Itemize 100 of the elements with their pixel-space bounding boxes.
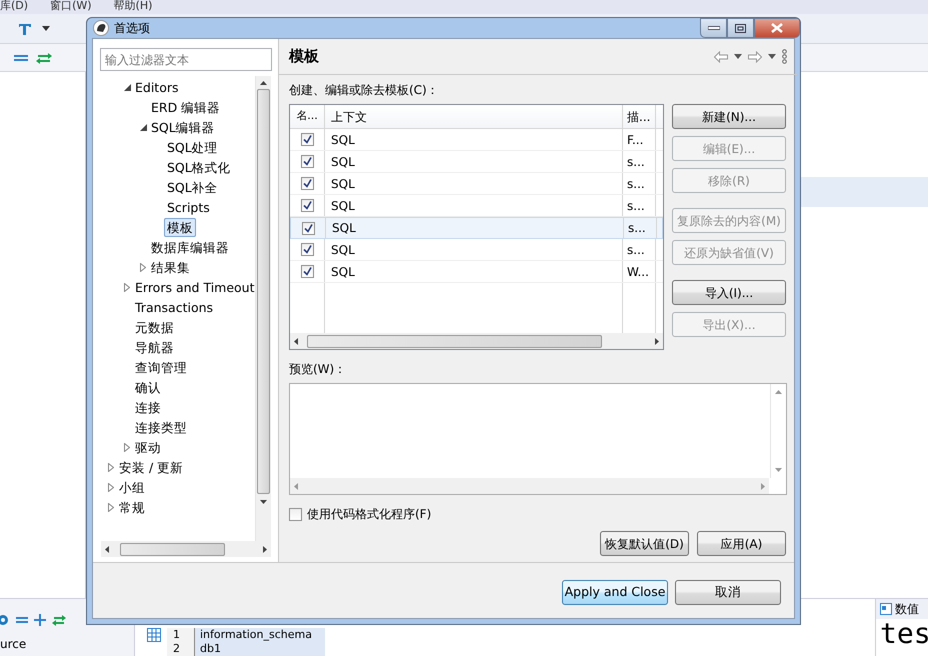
- sync-arrows-icon[interactable]: [52, 614, 66, 626]
- tree-item[interactable]: 确认: [132, 378, 164, 396]
- tree-item[interactable]: 小组: [116, 478, 148, 496]
- row-checkbox[interactable]: [300, 133, 314, 146]
- collapsed-triangle-icon[interactable]: [108, 462, 114, 472]
- add-icon[interactable]: [34, 614, 46, 626]
- row-checkbox[interactable]: [300, 155, 314, 168]
- column-header[interactable]: 名...: [290, 105, 325, 128]
- dialog-button[interactable]: Apply and Close: [562, 580, 668, 605]
- table-row[interactable]: SQL F...: [290, 129, 663, 151]
- text-format-icon[interactable]: [18, 22, 34, 36]
- tree-item-text[interactable]: urce: [0, 635, 134, 653]
- tree-item[interactable]: SQL格式化: [164, 158, 234, 176]
- tree-item[interactable]: 连接类型: [132, 418, 190, 436]
- tree-item[interactable]: 导航器: [132, 338, 177, 356]
- collapsed-triangle-icon[interactable]: [108, 482, 114, 492]
- panel-icon[interactable]: [880, 603, 892, 615]
- tree-item[interactable]: Transactions: [132, 298, 216, 316]
- action-button[interactable]: 新建(N)...: [672, 104, 786, 129]
- tree-item[interactable]: Scripts: [164, 198, 213, 216]
- table-row[interactable]: SQL s...: [290, 239, 663, 261]
- table-row[interactable]: SQL s...: [290, 151, 663, 173]
- filter-field[interactable]: 输入过滤器文本: [100, 48, 272, 71]
- scroll-down-icon[interactable]: [775, 468, 782, 472]
- column-header[interactable]: 上下文: [325, 105, 623, 128]
- tree-item[interactable]: 数据库编辑器: [148, 238, 232, 256]
- action-button[interactable]: 恢复默认值(D): [600, 531, 689, 556]
- action-button[interactable]: 导入(I)...: [672, 280, 786, 305]
- tree-item[interactable]: 常规: [116, 498, 148, 516]
- table-row[interactable]: SQL W...: [290, 261, 663, 283]
- menu-item[interactable]: 窗口(W): [50, 0, 92, 14]
- tree-item[interactable]: Errors and Timeout: [132, 278, 255, 296]
- table-cell: SQL: [325, 151, 623, 172]
- forward-arrow-icon[interactable]: [748, 50, 762, 62]
- panel-tab[interactable]: 数值: [895, 600, 919, 618]
- tree-item[interactable]: 模板: [164, 218, 196, 236]
- menu-icon[interactable]: [782, 49, 787, 64]
- table-cell: information_schema: [195, 628, 325, 642]
- scroll-up-icon[interactable]: [775, 390, 782, 394]
- table-cell: db1: [195, 642, 325, 656]
- horizontal-scrollbar[interactable]: [290, 333, 663, 349]
- table-row[interactable]: SQL s...: [290, 173, 663, 195]
- collapsed-triangle-icon[interactable]: [124, 442, 130, 452]
- horizontal-scrollbar[interactable]: [101, 541, 271, 557]
- caret-icon[interactable]: [734, 54, 742, 59]
- table-cell: SQL: [325, 195, 623, 216]
- tree-item[interactable]: Editors: [132, 78, 182, 96]
- tree-item[interactable]: 元数据: [132, 318, 177, 336]
- expanded-triangle-icon[interactable]: [124, 84, 130, 90]
- tree-item[interactable]: SQL处理: [164, 138, 221, 156]
- menu-item[interactable]: 库(D): [0, 0, 28, 14]
- row-checkbox[interactable]: [300, 199, 314, 212]
- scroll-left-icon[interactable]: [294, 482, 298, 490]
- menu-item[interactable]: 帮助(H): [114, 0, 152, 14]
- maximize-icon: [735, 24, 746, 32]
- scroll-right-icon[interactable]: [761, 482, 765, 490]
- caret-icon[interactable]: [768, 54, 776, 59]
- table-cell: SQL: [325, 173, 623, 194]
- checkmark-icon: [304, 224, 312, 232]
- maximize-button[interactable]: [727, 18, 754, 38]
- checkmark-icon: [302, 267, 312, 276]
- checkbox[interactable]: [289, 508, 302, 520]
- tree-item[interactable]: 安装 / 更新: [116, 458, 186, 476]
- sync-arrows-icon[interactable]: [36, 52, 52, 64]
- back-arrow-icon[interactable]: [714, 50, 728, 62]
- table-row[interactable]: SQL s...: [290, 217, 663, 239]
- page-title: 模板: [289, 46, 319, 68]
- collapse-icon[interactable]: [16, 616, 28, 624]
- close-icon: [771, 23, 783, 33]
- tree-item[interactable]: 驱动: [132, 438, 164, 456]
- tree-item[interactable]: SQL编辑器: [148, 118, 218, 136]
- collapsed-triangle-icon[interactable]: [108, 502, 114, 512]
- row-checkbox[interactable]: [300, 177, 314, 190]
- collapsed-triangle-icon[interactable]: [124, 282, 130, 292]
- table-cell: s...: [623, 239, 656, 260]
- scroll-up-icon: [260, 81, 267, 85]
- grid-icon[interactable]: [147, 628, 161, 642]
- value-text: tes: [879, 619, 928, 649]
- checkmark-icon: [302, 157, 312, 166]
- tree-item[interactable]: 结果集: [148, 258, 193, 276]
- action-button[interactable]: 应用(A): [697, 531, 786, 556]
- tree-item[interactable]: 连接: [132, 398, 164, 416]
- row-checkbox[interactable]: [300, 243, 314, 256]
- collapse-icon[interactable]: [14, 54, 28, 62]
- tree-item[interactable]: 查询管理: [132, 358, 190, 376]
- expanded-triangle-icon[interactable]: [140, 124, 146, 130]
- column-header[interactable]: 描...: [623, 105, 656, 128]
- table-cell: s...: [623, 173, 656, 194]
- tree-item[interactable]: SQL补全: [164, 178, 221, 196]
- dialog-button[interactable]: 取消: [675, 580, 781, 605]
- caret-icon[interactable]: [42, 26, 50, 31]
- close-button[interactable]: [754, 18, 800, 38]
- vertical-scrollbar[interactable]: [255, 76, 271, 541]
- collapsed-triangle-icon[interactable]: [140, 262, 146, 272]
- row-checkbox[interactable]: [302, 222, 314, 234]
- row-checkbox[interactable]: [300, 265, 314, 278]
- table-cell: SQL: [325, 239, 623, 260]
- checkbox-label[interactable]: 使用代码格式化程序(F): [307, 505, 432, 523]
- minimize-button[interactable]: [700, 18, 727, 38]
- tree-item[interactable]: ERD 编辑器: [148, 98, 224, 116]
